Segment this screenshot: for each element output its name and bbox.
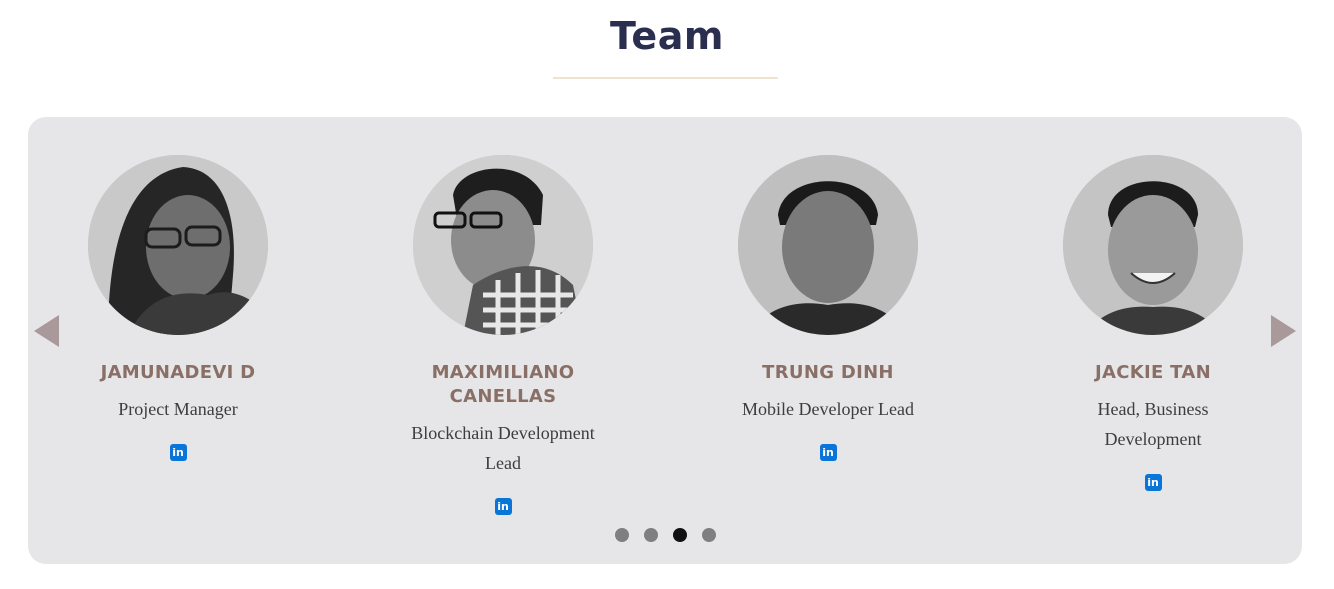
member-photo: [88, 155, 268, 335]
member-role: Project Manager: [118, 399, 238, 419]
carousel-dot-2[interactable]: [644, 528, 658, 542]
member-photo: [738, 155, 918, 335]
member-role: Blockchain Development Lead: [411, 423, 595, 473]
team-member-card: MAXIMILIANO CANELLAS Blockchain Developm…: [373, 155, 633, 515]
linkedin-icon[interactable]: in: [169, 444, 187, 461]
linkedin-icon[interactable]: in: [819, 444, 837, 461]
carousel-dot-1[interactable]: [615, 528, 629, 542]
member-photo: [1063, 155, 1243, 335]
member-name: JAMUNADEVI D: [100, 362, 256, 383]
team-carousel: JAMUNADEVI D Project Manager in MAXIMILI…: [28, 117, 1302, 564]
carousel-pagination: [615, 528, 716, 542]
member-role: Mobile Developer Lead: [742, 399, 914, 419]
team-member-card: JAMUNADEVI D Project Manager in: [48, 155, 308, 461]
section-title: Team: [610, 14, 724, 58]
linkedin-icon[interactable]: in: [494, 498, 512, 515]
member-name: JACKIE TAN: [1095, 362, 1211, 383]
member-photo: [413, 155, 593, 335]
team-member-card: TRUNG DINH Mobile Developer Lead in: [698, 155, 958, 461]
carousel-dot-4[interactable]: [702, 528, 716, 542]
team-member-card: JACKIE TAN Head, Business Development in: [1023, 155, 1283, 491]
member-name: TRUNG DINH: [762, 362, 894, 383]
carousel-dot-3[interactable]: [673, 528, 687, 542]
title-underline: [553, 77, 778, 79]
linkedin-icon[interactable]: in: [1144, 474, 1162, 491]
member-name: MAXIMILIANO CANELLAS: [431, 362, 575, 407]
member-role: Head, Business Development: [1097, 399, 1209, 449]
